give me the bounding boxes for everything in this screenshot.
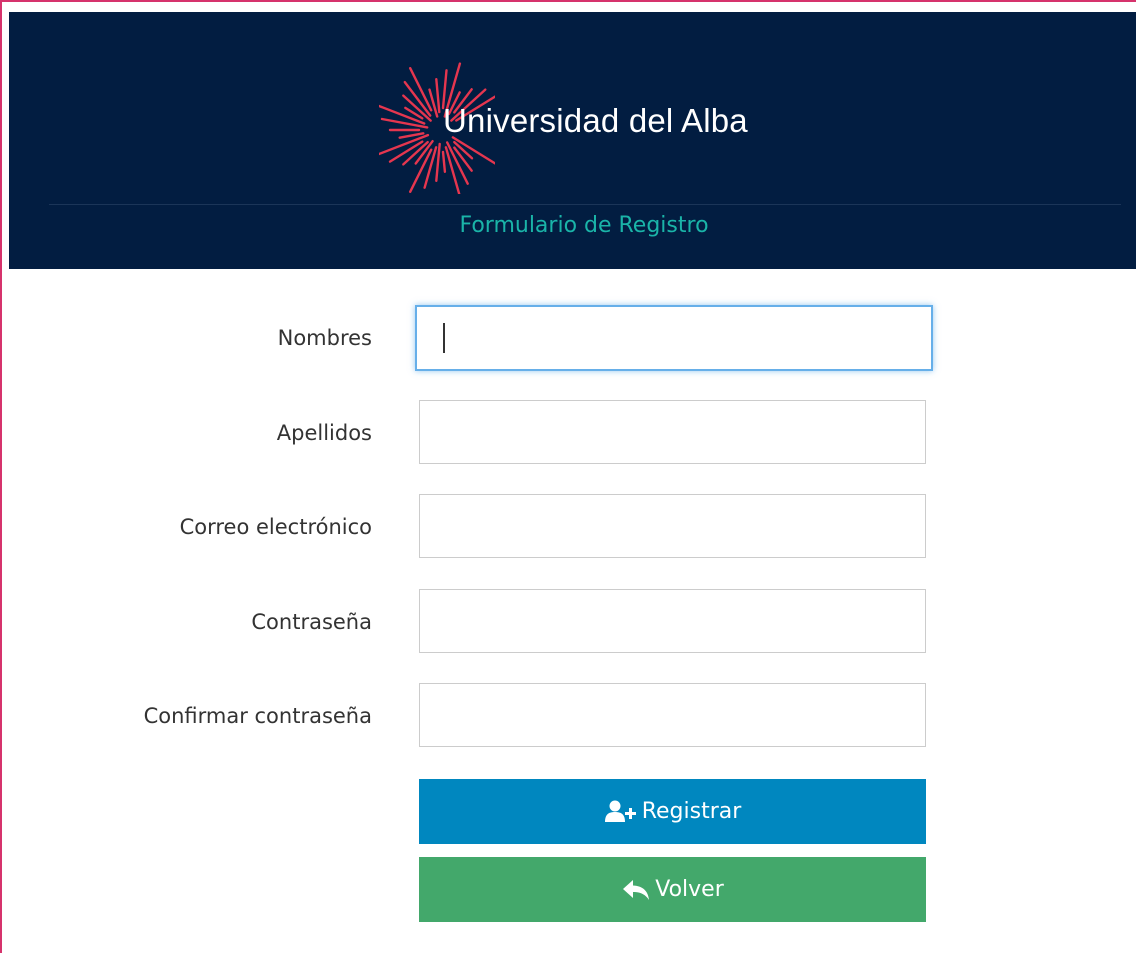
field-row-confirmar: Confirmar contraseña: [9, 683, 1136, 749]
text-caret: [443, 323, 445, 353]
field-row-contrasena: Contraseña: [9, 589, 1136, 655]
correo-label: Correo electrónico: [179, 515, 372, 539]
nombres-label: Nombres: [277, 326, 372, 350]
apellidos-input[interactable]: [419, 400, 926, 464]
reply-arrow-icon: [623, 879, 650, 900]
field-row-correo: Correo electrónico: [9, 494, 1136, 560]
nombres-input[interactable]: [415, 305, 933, 371]
header-divider: [49, 204, 1121, 205]
field-row-apellidos: Apellidos: [9, 400, 1136, 466]
password-input[interactable]: [419, 589, 926, 653]
contrasena-label: Contraseña: [251, 610, 372, 634]
user-add-icon: [604, 800, 636, 822]
confirmar-label: Confirmar contraseña: [143, 704, 372, 728]
confirm-password-input[interactable]: [419, 683, 926, 747]
back-label: Volver: [655, 877, 724, 902]
back-button[interactable]: Volver: [419, 857, 926, 922]
page-header: Universidad del Alba Formulario de Regis…: [9, 12, 1136, 269]
university-name: Universidad del Alba: [443, 102, 748, 139]
register-button[interactable]: Registrar: [419, 779, 926, 844]
form-title: Formulario de Registro: [459, 213, 709, 238]
email-input[interactable]: [419, 494, 926, 558]
apellidos-label: Apellidos: [276, 421, 372, 445]
university-logo: Universidad del Alba: [379, 62, 799, 202]
register-label: Registrar: [641, 799, 742, 824]
field-row-nombres: Nombres: [9, 305, 1136, 371]
